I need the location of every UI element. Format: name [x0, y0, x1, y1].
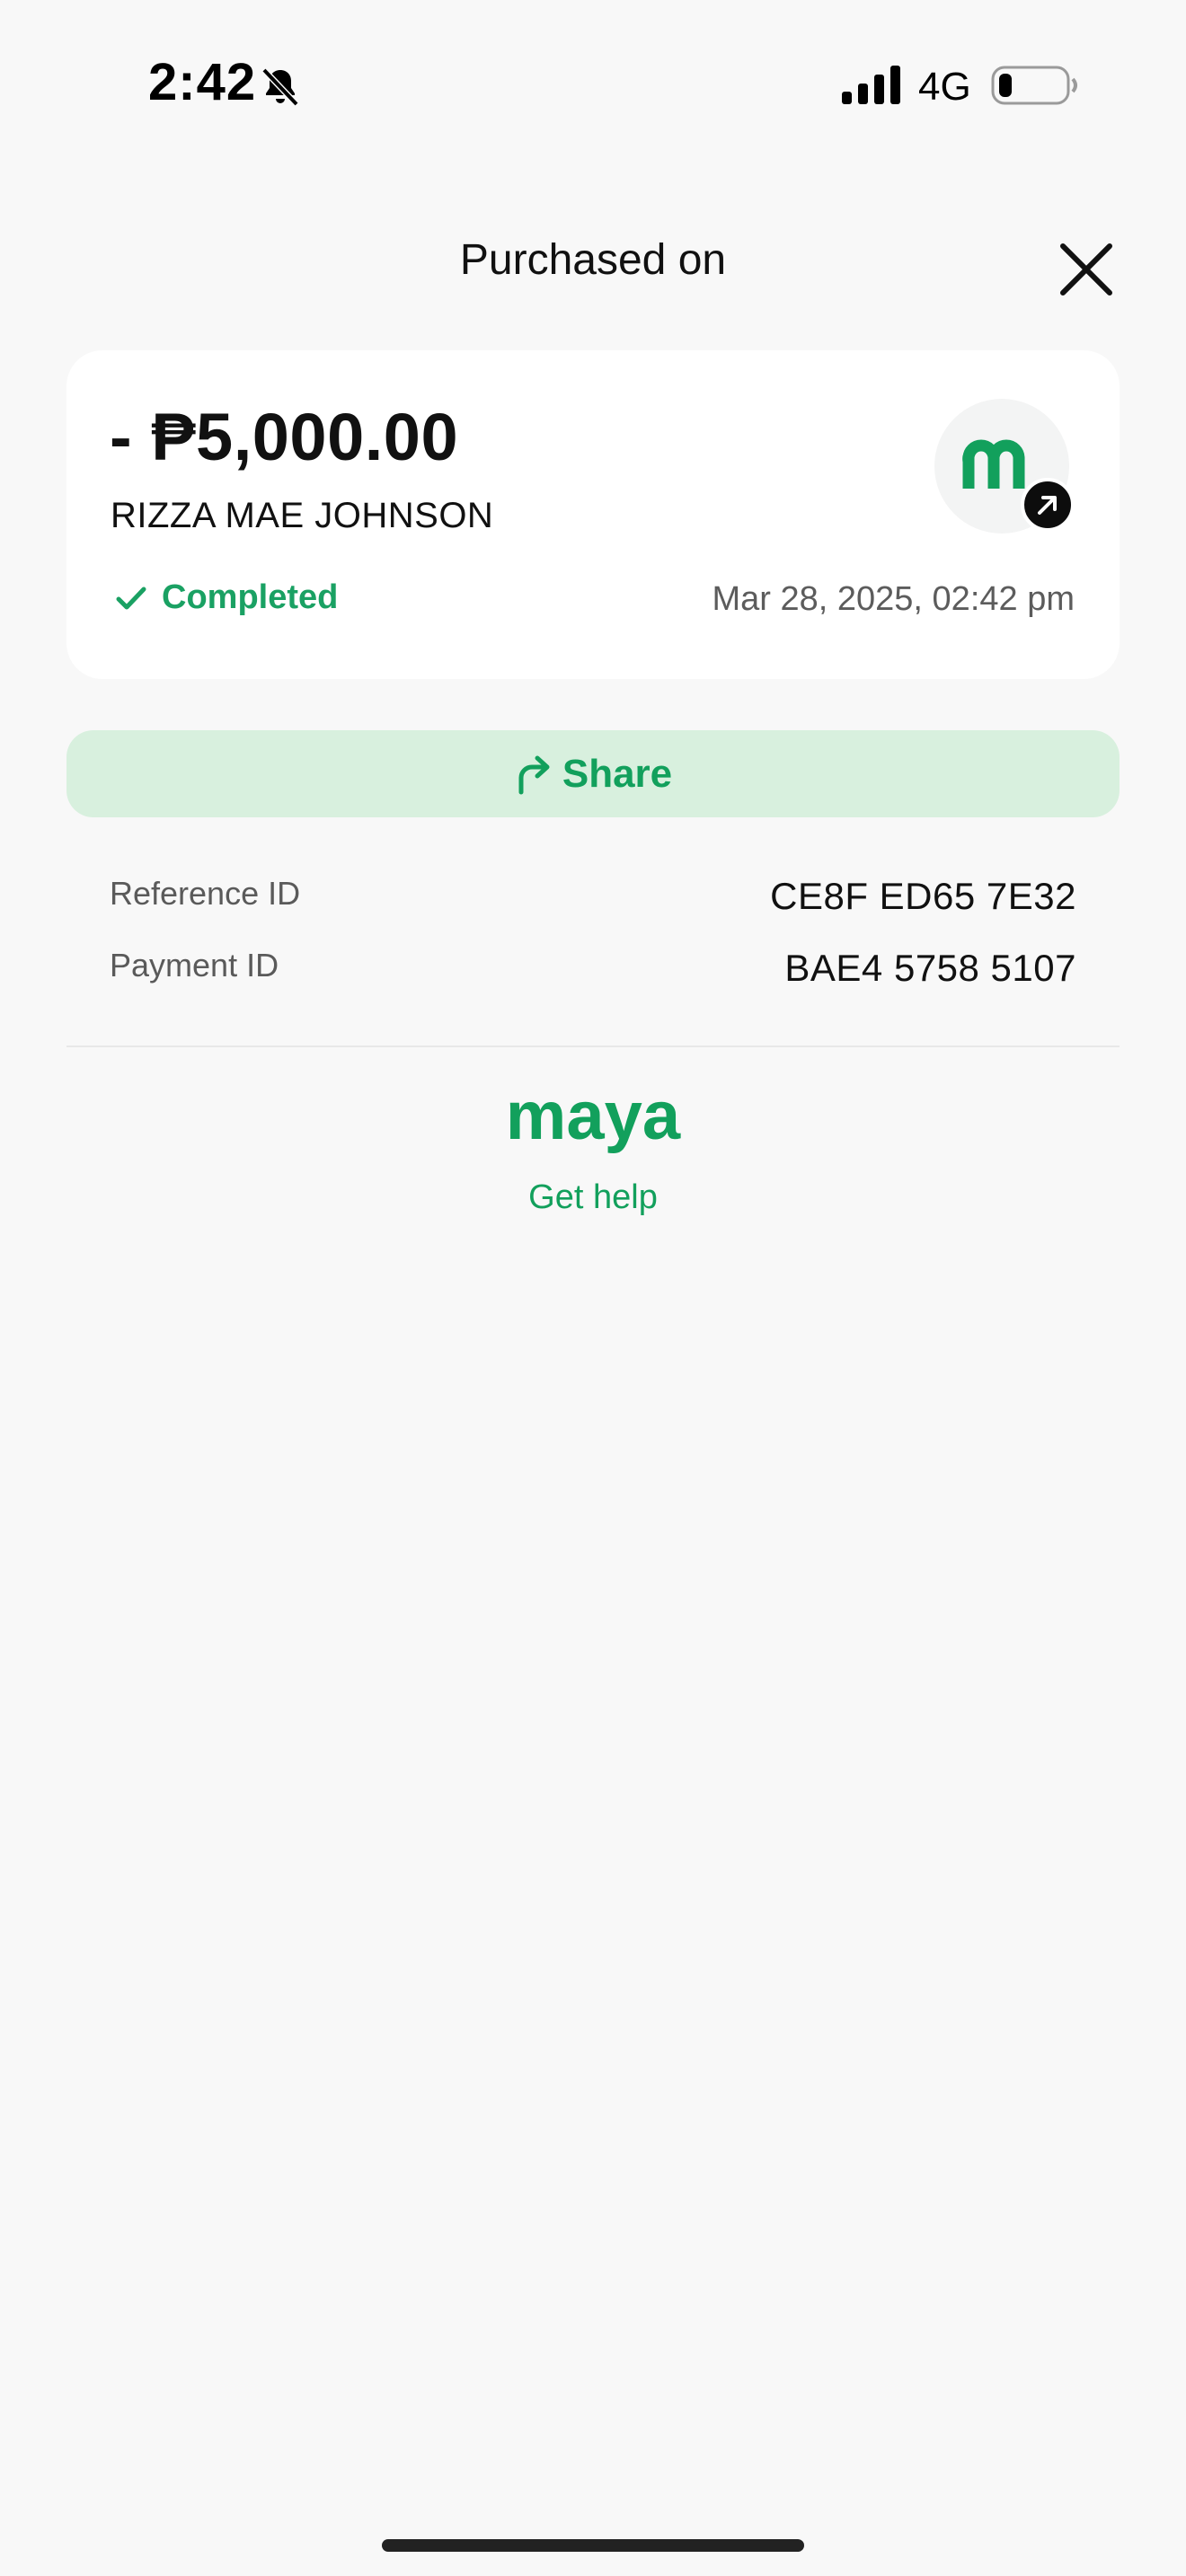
- page-title: Purchased on: [459, 236, 727, 284]
- get-help-link[interactable]: Get help: [0, 1178, 1186, 1217]
- share-label: Share: [562, 751, 673, 796]
- close-icon[interactable]: [1056, 239, 1117, 300]
- reference-id-row: Reference ID CE8F ED65 7E32: [110, 875, 1076, 929]
- payment-id-label: Payment ID: [110, 947, 279, 984]
- reference-id-value: CE8F ED65 7E32: [770, 875, 1076, 917]
- status-time: 2:42: [148, 53, 257, 111]
- external-link-icon: [1021, 478, 1075, 532]
- payment-id-row: Payment ID BAE4 5758 5107: [110, 947, 1076, 1001]
- payment-id-value: BAE4 5758 5107: [784, 947, 1076, 989]
- svg-text:maya: maya: [506, 1083, 681, 1154]
- home-indicator: [382, 2539, 804, 2552]
- signal-icon: [842, 66, 900, 104]
- transaction-amount: - ₱5,000.00: [110, 400, 459, 474]
- maya-logo: maya: [506, 1083, 681, 1154]
- check-icon: [116, 587, 146, 609]
- merchant-avatar[interactable]: [934, 399, 1075, 534]
- reference-id-label: Reference ID: [110, 875, 301, 912]
- status-text: Completed: [162, 578, 339, 616]
- share-button[interactable]: Share: [66, 730, 1120, 817]
- battery-icon: [991, 66, 1077, 105]
- transaction-datetime: Mar 28, 2025, 02:42 pm: [712, 580, 1075, 618]
- status-badge: Completed: [113, 578, 338, 617]
- bell-off-icon: [261, 67, 299, 107]
- payee-name: RIZZA MAE JOHNSON: [111, 496, 494, 535]
- network-type: 4G: [918, 65, 971, 109]
- status-bar: 2:42 4G: [0, 0, 1186, 171]
- divider: [66, 1045, 1120, 1047]
- transaction-card: - ₱5,000.00 RIZZA MAE JOHNSON Completed …: [66, 350, 1120, 679]
- share-arrow-icon: [518, 755, 550, 794]
